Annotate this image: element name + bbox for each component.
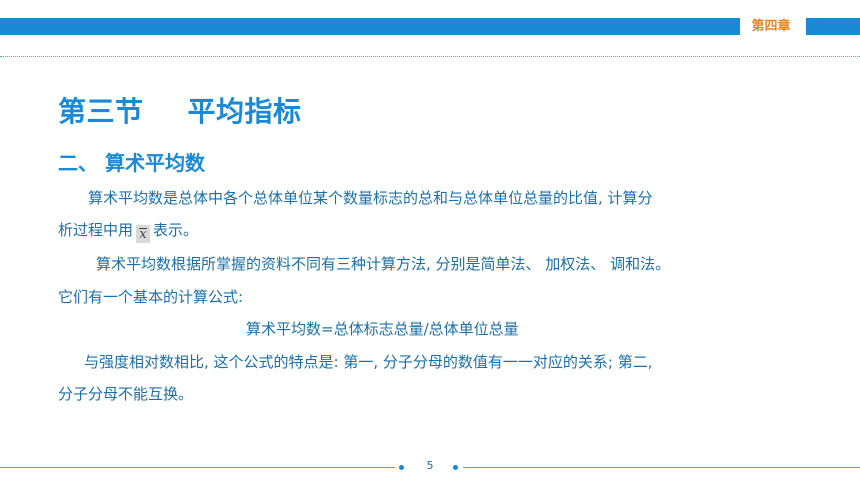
formula: 算术平均数=总体标志总量/总体单位总量	[246, 320, 519, 338]
paragraph-3-line-2: 分子分母不能互换。	[58, 385, 194, 403]
header-bar-right	[806, 18, 860, 35]
paragraph-1-text-before-symbol: 析过程中用	[58, 221, 134, 239]
section-title: 第三节 平均指标	[58, 90, 302, 130]
paragraph-1-line-1: 算术平均数是总体中各个总体单位某个数量标志的总和与总体单位总量的比值, 计算分	[88, 189, 653, 207]
footer-line-left	[0, 467, 395, 468]
section-name: 平均指标	[187, 95, 302, 128]
paragraph-2-line-1: 算术平均数根据所掌握的资料不同有三种计算方法, 分别是简单法、 加权法、 调和法…	[96, 255, 671, 273]
paragraph-2-line-2: 它们有一个基本的计算公式:	[58, 288, 244, 306]
paragraph-1-text-after-symbol: 表示。	[153, 221, 199, 239]
page-number: 5	[426, 459, 434, 472]
paragraph-3-line-1: 与强度相对数相比, 这个公式的特点是: 第一, 分子分母的数值有一一对应的关系;…	[84, 353, 653, 371]
chapter-label: 第四章	[740, 16, 802, 38]
x-bar-symbol: x	[136, 225, 151, 243]
footer-dot-right	[453, 465, 458, 470]
paragraph-1-line-2: 析过程中用 x 表示。	[58, 219, 198, 243]
section-number: 第三节	[58, 95, 144, 128]
footer-dot-left	[399, 465, 404, 470]
footer-line-right	[463, 467, 860, 468]
subsection-title: 二、 算术平均数	[58, 151, 205, 175]
header-bar-left	[0, 18, 740, 35]
header-divider	[0, 56, 860, 57]
